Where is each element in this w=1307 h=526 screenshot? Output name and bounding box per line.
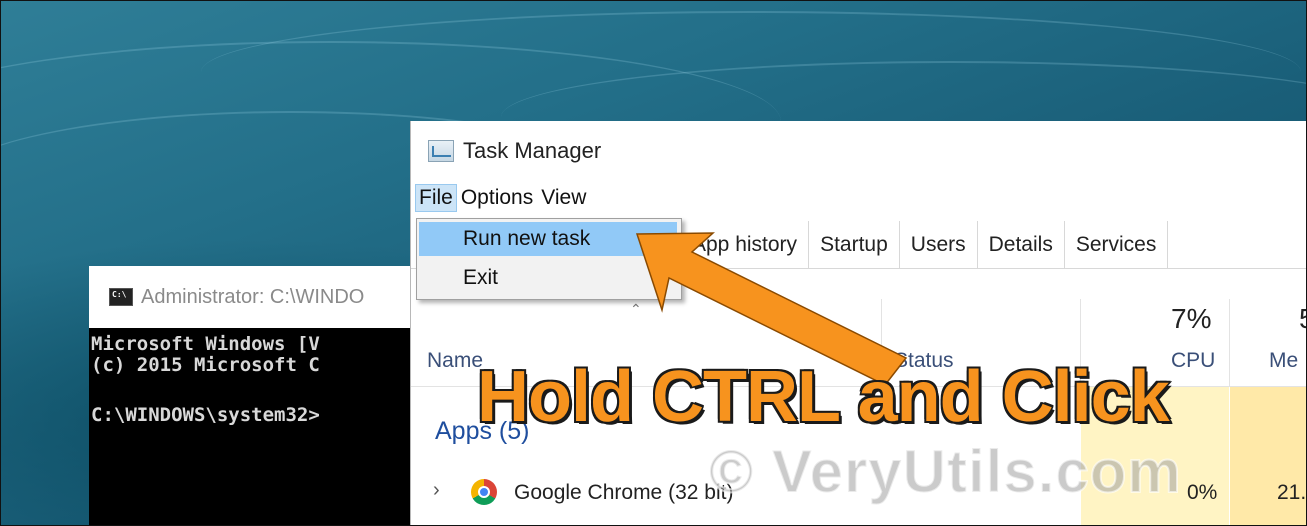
desktop-background: Administrator: C:\WINDO Microsoft Window… [0, 0, 1307, 526]
annotation-text: Hold CTRL and Click [476, 356, 1172, 439]
watermark: © VeryUtils.com [708, 437, 1182, 506]
